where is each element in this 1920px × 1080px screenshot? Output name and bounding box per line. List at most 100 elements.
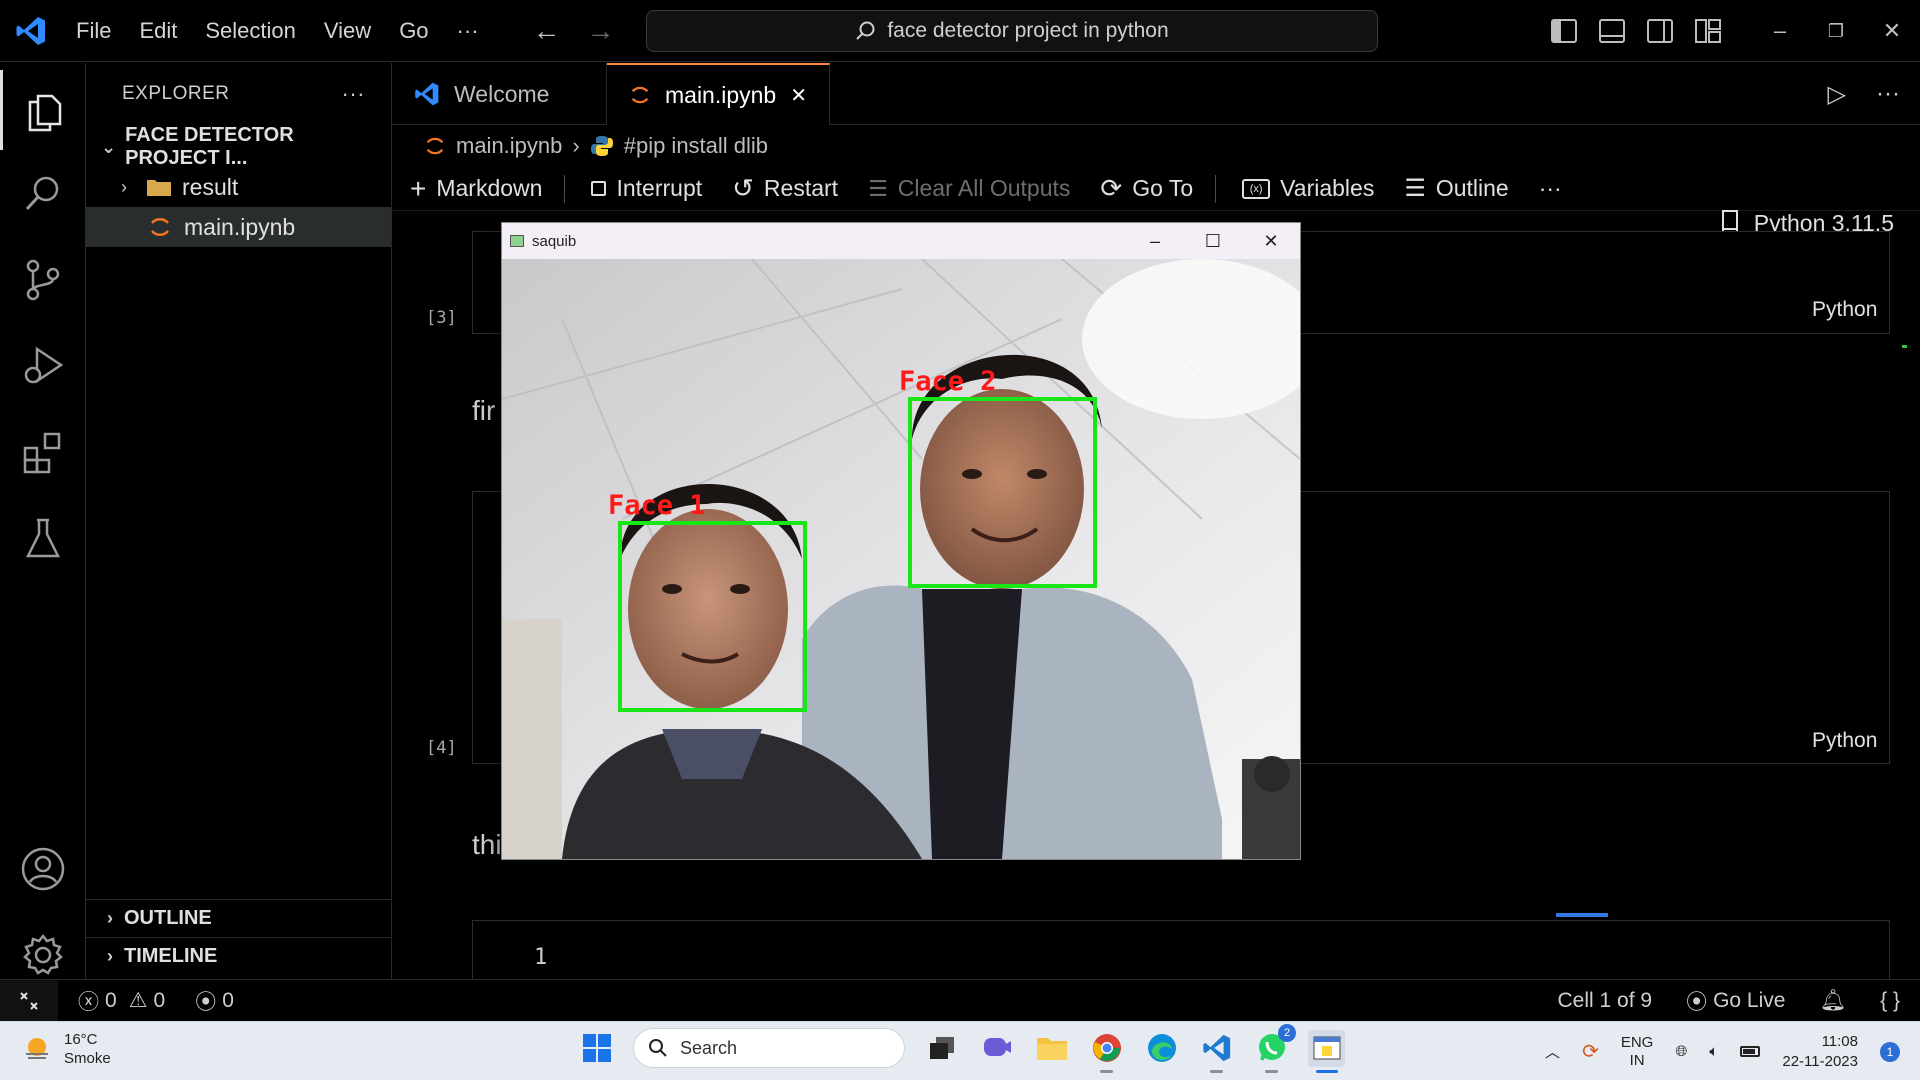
remote-indicator-icon[interactable] <box>0 979 58 1022</box>
tab-close-icon[interactable]: ✕ <box>790 83 807 108</box>
restore-button[interactable]: ❐ <box>1808 21 1864 42</box>
notification-count-badge[interactable]: 1 <box>1880 1041 1900 1062</box>
variables-label: Variables <box>1280 175 1375 201</box>
markdown-label: Markdown <box>436 175 543 201</box>
extensions-icon[interactable] <box>0 412 86 492</box>
face-detection-window[interactable]: saquib – ☐ ✕ Face 1 Face 2 <box>501 222 1301 860</box>
image-window-close-button[interactable]: ✕ <box>1242 223 1300 259</box>
battery-icon[interactable] <box>1740 1046 1761 1057</box>
run-play-icon[interactable]: ▷ <box>1828 80 1846 109</box>
meet-chat-icon[interactable] <box>978 1030 1015 1067</box>
chrome-icon[interactable] <box>1088 1030 1125 1073</box>
broadcast-icon: ⦿ <box>1686 991 1708 1014</box>
cell-language-label[interactable]: Python <box>1812 298 1877 322</box>
image-window-titlebar[interactable]: saquib – ☐ ✕ <box>502 223 1300 259</box>
explorer-activity-icon[interactable] <box>0 70 86 150</box>
explorer-more-button[interactable]: ··· <box>342 81 365 107</box>
problems-indicator[interactable]: ⓧ 0 ⚠ 0 <box>78 986 165 1016</box>
weather-condition: Smoke <box>64 1050 111 1067</box>
braces-icon[interactable]: { } <box>1880 989 1900 1013</box>
minimize-button[interactable]: – <box>1752 18 1808 44</box>
execution-count: [3] <box>426 308 457 328</box>
toggle-panel-icon[interactable] <box>1599 19 1625 43</box>
show-hidden-icons-chevron-icon[interactable]: ︿ <box>1545 1041 1560 1062</box>
image-window-maximize-button[interactable]: ☐ <box>1184 223 1242 259</box>
menu-edit[interactable]: Edit <box>125 18 191 44</box>
vscode-taskbar-icon[interactable] <box>1198 1030 1235 1073</box>
tab-welcome[interactable]: Welcome <box>392 63 607 125</box>
language-indicator[interactable]: ENG IN <box>1621 1034 1654 1070</box>
tab-main-ipynb[interactable]: main.ipynb ✕ <box>607 63 830 125</box>
notifications-bell-icon[interactable]: 🔔︎ <box>1819 989 1846 1013</box>
vscode-logo-icon <box>0 0 62 62</box>
whatsapp-icon[interactable]: 2 <box>1253 1023 1296 1073</box>
breadcrumb-symbol[interactable]: #pip install dlib <box>624 133 768 159</box>
forward-arrow-icon[interactable]: → <box>587 15 615 47</box>
cell-language-label[interactable]: Python <box>1812 729 1877 753</box>
restart-button[interactable]: ↺ Restart <box>732 173 838 204</box>
menu-more[interactable]: ··· <box>443 18 493 44</box>
go-to-label: Go To <box>1132 175 1194 201</box>
breadcrumb-separator-icon: › <box>572 133 580 158</box>
clear-all-outputs-button[interactable]: ☰ Clear All Outputs <box>868 175 1070 202</box>
outline-button[interactable]: ☰ Outline <box>1404 174 1508 203</box>
toggle-primary-sidebar-icon[interactable] <box>1551 19 1577 43</box>
editor-more-button[interactable]: ··· <box>1876 80 1900 108</box>
system-clock[interactable]: 11:08 22-11-2023 <box>1782 1032 1858 1072</box>
command-center-search[interactable]: face detector project in python <box>646 10 1378 52</box>
jupyter-notebook-icon <box>631 86 649 104</box>
testing-flask-icon[interactable] <box>0 498 86 578</box>
ports-indicator[interactable]: ⦿ 0 <box>195 986 234 1016</box>
source-control-icon[interactable] <box>0 240 86 320</box>
cell-position-indicator[interactable]: Cell 1 of 9 <box>1558 989 1653 1013</box>
network-globe-icon[interactable]: 🌐︎ <box>1675 1043 1687 1060</box>
haze-sun-icon <box>26 1038 48 1059</box>
project-root-folder[interactable]: ⌄ FACE DETECTOR PROJECT I... <box>86 124 391 169</box>
close-window-button[interactable]: ✕ <box>1864 18 1920 44</box>
python-logo-icon <box>590 136 613 156</box>
run-debug-icon[interactable] <box>0 325 86 405</box>
face-1-label: Face 1 <box>608 490 706 521</box>
outline-label: Outline <box>1435 175 1509 201</box>
task-view-icon[interactable] <box>923 1030 960 1067</box>
search-activity-icon[interactable] <box>0 153 86 233</box>
image-window-minimize-button[interactable]: – <box>1126 223 1184 259</box>
timeline-section[interactable]: › TIMELINE <box>86 937 392 975</box>
restart-label: Restart <box>763 175 839 201</box>
weather-widget[interactable]: 16°C Smoke <box>22 1030 111 1068</box>
tab-label: main.ipynb <box>665 81 777 108</box>
sync-icon[interactable]: ⟳ <box>1582 1039 1599 1064</box>
menu-view[interactable]: View <box>310 18 385 44</box>
toggle-secondary-sidebar-icon[interactable] <box>1647 19 1673 43</box>
outline-section[interactable]: › OUTLINE <box>86 899 392 937</box>
toolbar-more-button[interactable]: ··· <box>1539 175 1562 202</box>
account-icon[interactable] <box>0 829 86 909</box>
edge-icon[interactable] <box>1143 1030 1180 1067</box>
code-cell[interactable] <box>472 920 1890 980</box>
tree-item-result-folder[interactable]: › result <box>86 167 391 207</box>
volume-icon[interactable]: 🔈︎ <box>1709 1043 1718 1060</box>
python-app-icon[interactable] <box>1308 1029 1345 1073</box>
weather-temperature: 16°C <box>64 1031 98 1048</box>
go-to-button[interactable]: ⟳ Go To <box>1100 173 1193 204</box>
menu-go[interactable]: Go <box>385 18 442 44</box>
file-explorer-icon[interactable] <box>1033 1030 1070 1067</box>
go-live-button[interactable]: ⦿ Go Live <box>1686 986 1785 1016</box>
taskbar-search-box[interactable]: Search <box>633 1028 905 1068</box>
tree-item-main-notebook[interactable]: main.ipynb <box>86 207 391 247</box>
go-to-icon: ⟳ <box>1100 173 1123 203</box>
add-markdown-button[interactable]: + Markdown <box>410 173 542 205</box>
breadcrumb-file[interactable]: main.ipynb <box>456 133 562 159</box>
variables-button[interactable]: (x) Variables <box>1242 175 1374 202</box>
back-arrow-icon[interactable]: ← <box>533 15 561 47</box>
tree-item-label: main.ipynb <box>184 213 296 240</box>
status-bar: ⓧ 0 ⚠ 0 ⦿ 0 Cell 1 of 9 ⦿ Go Live 🔔︎ { } <box>0 979 1920 1022</box>
customize-layout-icon[interactable] <box>1695 19 1721 43</box>
warning-icon: ⚠ <box>128 989 148 1012</box>
start-windows-icon[interactable] <box>578 1030 615 1067</box>
explorer-sidebar: EXPLORER ··· ⌄ FACE DETECTOR PROJECT I..… <box>86 63 392 979</box>
execution-count: [4] <box>426 738 457 758</box>
menu-file[interactable]: File <box>62 18 125 44</box>
menu-selection[interactable]: Selection <box>191 18 310 44</box>
interrupt-button[interactable]: Interrupt <box>591 175 702 202</box>
